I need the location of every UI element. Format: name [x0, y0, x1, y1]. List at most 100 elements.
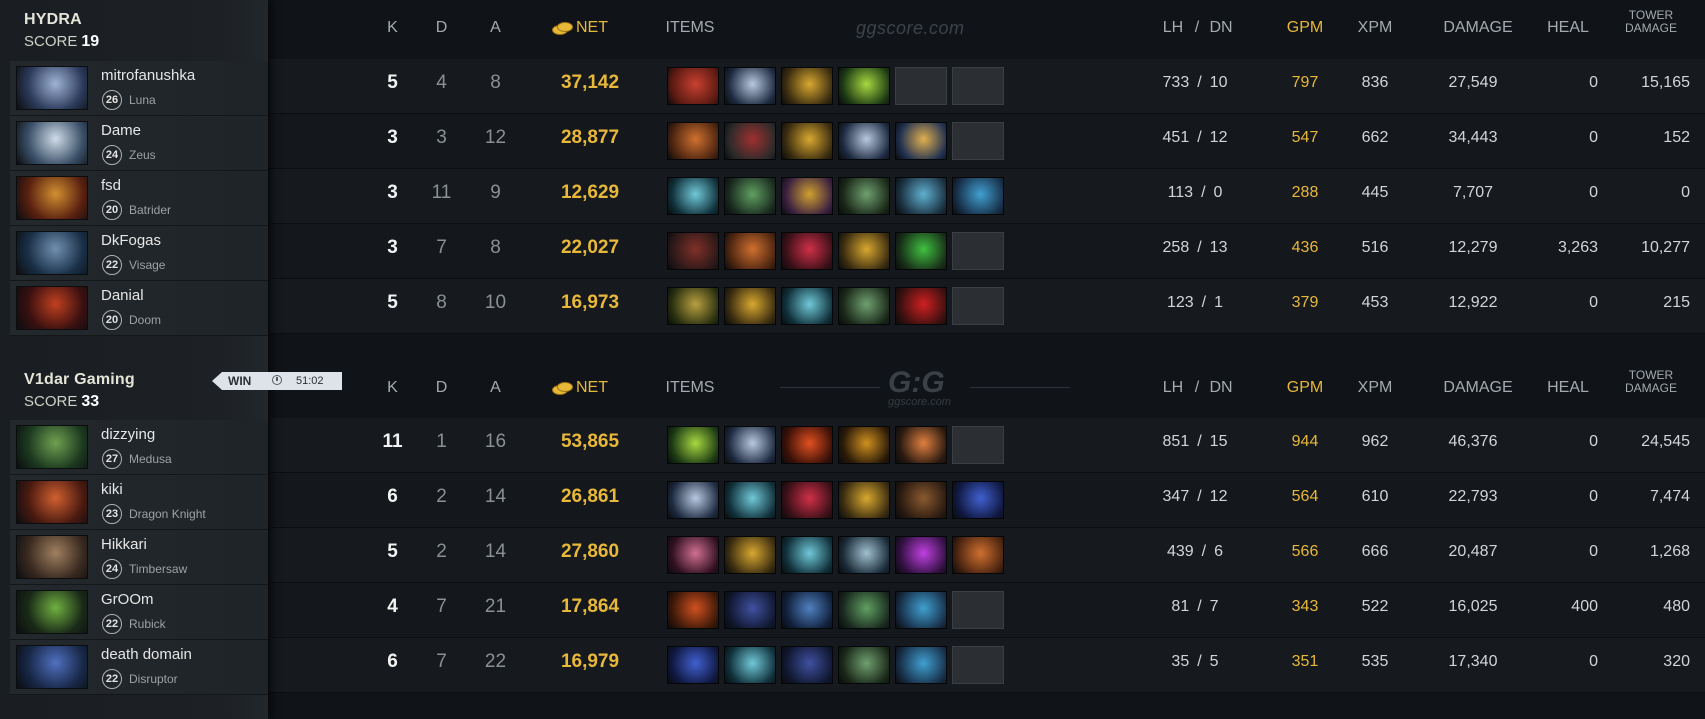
- item-icon[interactable]: [667, 67, 719, 105]
- item-icon[interactable]: [781, 481, 833, 519]
- item-icon[interactable]: [667, 481, 719, 519]
- item-icon[interactable]: [724, 232, 776, 270]
- player-card[interactable]: mitrofanushka 26 Luna: [10, 61, 268, 116]
- item-icon[interactable]: [781, 287, 833, 325]
- player-card[interactable]: GrOOm 22 Rubick: [10, 585, 268, 640]
- lh-dn-separator: /: [1197, 433, 1202, 450]
- lh-dn-separator: /: [1197, 488, 1202, 505]
- item-icon[interactable]: [895, 232, 947, 270]
- player-card[interactable]: kiki 23 Dragon Knight: [10, 475, 268, 530]
- item-icon[interactable]: [838, 481, 890, 519]
- item-icon[interactable]: [667, 232, 719, 270]
- item-icon[interactable]: [838, 177, 890, 215]
- kills: 6: [387, 651, 398, 672]
- item-icon[interactable]: [838, 591, 890, 629]
- item-icon[interactable]: [781, 122, 833, 160]
- item-icon[interactable]: [895, 287, 947, 325]
- item-icon[interactable]: [838, 67, 890, 105]
- item-icon[interactable]: [724, 122, 776, 160]
- kills: 3: [387, 237, 398, 258]
- item-icon[interactable]: [724, 426, 776, 464]
- team-header: HYDRA SCORE 19: [24, 11, 99, 51]
- player-card[interactable]: dizzying 27 Medusa: [10, 420, 268, 475]
- player-card[interactable]: Hikkari 24 Timbersaw: [10, 530, 268, 585]
- player-card[interactable]: fsd 20 Batrider: [10, 171, 268, 226]
- last-hits: 113: [1167, 184, 1194, 201]
- item-icon[interactable]: [781, 177, 833, 215]
- item-icon[interactable]: [952, 177, 1004, 215]
- kills: 6: [387, 486, 398, 507]
- item-icon[interactable]: [781, 67, 833, 105]
- team-score: SCORE 33: [24, 393, 135, 411]
- item-icon[interactable]: [952, 536, 1004, 574]
- item-icon[interactable]: [838, 426, 890, 464]
- item-icon[interactable]: [895, 646, 947, 684]
- item-icon[interactable]: [724, 67, 776, 105]
- hero-damage: 12,279: [1448, 239, 1498, 256]
- item-icon[interactable]: [667, 426, 719, 464]
- assists: 10: [484, 292, 507, 313]
- team-name: V1dar Gaming: [24, 371, 135, 388]
- player-card[interactable]: Dame 24 Zeus: [10, 116, 268, 171]
- item-icon[interactable]: [667, 287, 719, 325]
- hero-name: Medusa: [129, 452, 172, 466]
- item-icon[interactable]: [667, 646, 719, 684]
- item-icon[interactable]: [895, 536, 947, 574]
- item-icon[interactable]: [838, 646, 890, 684]
- result-label: WIN: [228, 374, 252, 388]
- player-card[interactable]: death domain 22 Disruptor: [10, 640, 268, 695]
- header-d: D: [435, 19, 448, 36]
- item-icon[interactable]: [667, 122, 719, 160]
- item-icon[interactable]: [781, 426, 833, 464]
- item-icon[interactable]: [895, 591, 947, 629]
- item-icon[interactable]: [724, 481, 776, 519]
- header-damage: DAMAGE: [1443, 379, 1513, 396]
- item-icon[interactable]: [781, 536, 833, 574]
- item-icon[interactable]: [781, 591, 833, 629]
- item-icon[interactable]: [667, 177, 719, 215]
- item-icon[interactable]: [724, 287, 776, 325]
- item-icon[interactable]: [724, 646, 776, 684]
- deaths: 8: [436, 292, 447, 313]
- player-card[interactable]: Danial 20 Doom: [10, 281, 268, 336]
- hero-name: Zeus: [129, 148, 156, 162]
- item-icon[interactable]: [895, 426, 947, 464]
- site-watermark: ggscore.com: [856, 18, 965, 38]
- player-name: mitrofanushka: [101, 67, 196, 84]
- item-icon[interactable]: [781, 646, 833, 684]
- item-icon[interactable]: [838, 287, 890, 325]
- last-hits: 81: [1171, 598, 1190, 615]
- net-worth: 28,877: [560, 127, 620, 148]
- item-icon[interactable]: [781, 232, 833, 270]
- item-icon[interactable]: [838, 122, 890, 160]
- gold-per-minute: 944: [1291, 433, 1319, 450]
- item-icon[interactable]: [724, 536, 776, 574]
- score-value: 19: [81, 33, 100, 50]
- player-name: dizzying: [101, 426, 156, 443]
- denies: 1: [1214, 294, 1224, 311]
- item-icon[interactable]: [895, 481, 947, 519]
- item-icon[interactable]: [838, 232, 890, 270]
- player-card[interactable]: DkFogas 22 Visage: [10, 226, 268, 281]
- hero-heal: 0: [1589, 294, 1598, 311]
- gold-coins-icon: [552, 21, 573, 35]
- item-icon[interactable]: [838, 536, 890, 574]
- hero-name: Timbersaw: [129, 562, 188, 576]
- empty-item-slot: [952, 426, 1004, 464]
- item-icon[interactable]: [724, 591, 776, 629]
- header-items: ITEMS: [665, 19, 715, 36]
- hero-damage: 22,793: [1448, 488, 1498, 505]
- item-icon[interactable]: [895, 122, 947, 160]
- kills: 3: [387, 127, 398, 148]
- item-icon[interactable]: [952, 481, 1004, 519]
- header-k: K: [387, 19, 398, 36]
- item-icon[interactable]: [667, 536, 719, 574]
- tower-damage: 1,268: [1649, 543, 1690, 560]
- net-worth: 12,629: [560, 182, 620, 203]
- net-worth: 27,860: [560, 541, 620, 562]
- item-icon[interactable]: [724, 177, 776, 215]
- hero-portrait: [16, 66, 88, 110]
- item-icon[interactable]: [895, 177, 947, 215]
- item-icon[interactable]: [667, 591, 719, 629]
- empty-item-slot: [952, 67, 1004, 105]
